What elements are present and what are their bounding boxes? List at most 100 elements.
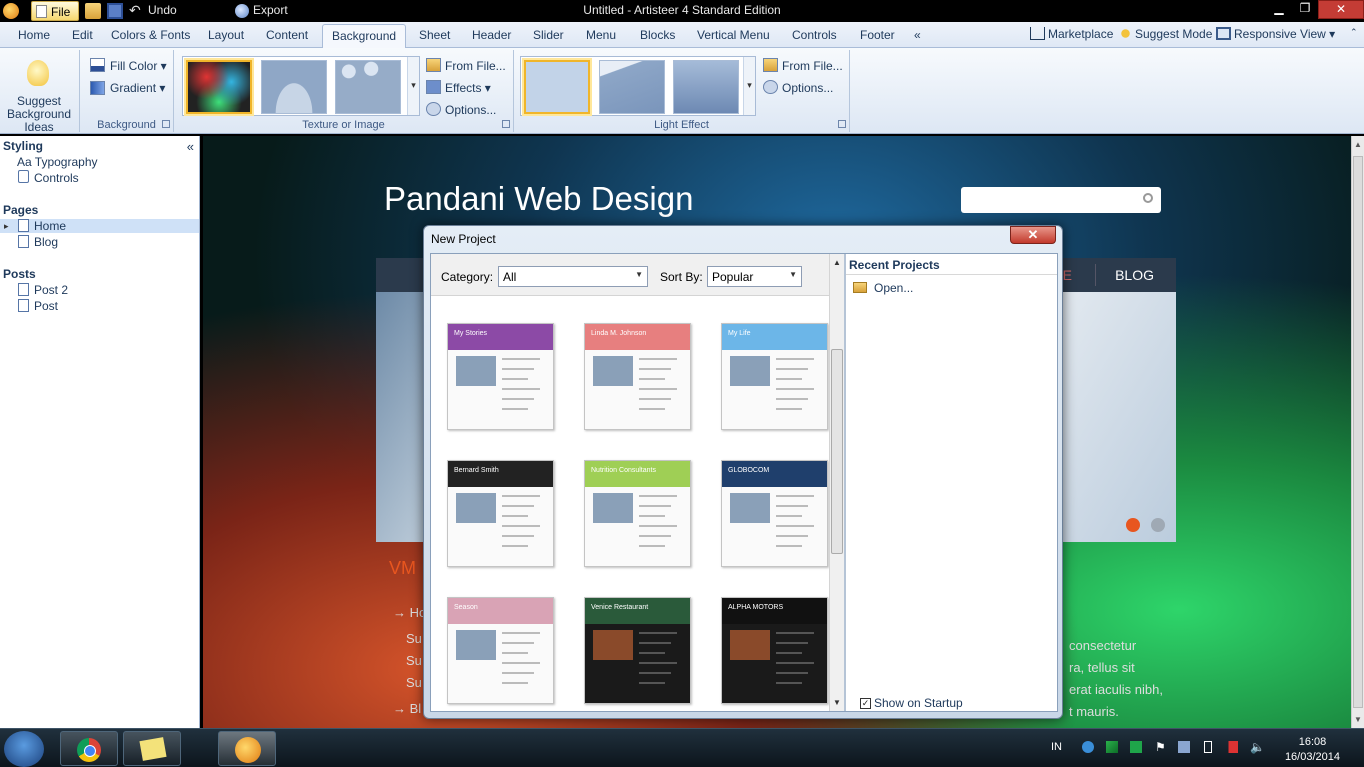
site-link-3[interactable]: Su (406, 653, 422, 668)
help-expand-icon[interactable]: ⌃ (1350, 27, 1358, 38)
post-item-post-2[interactable]: Post 2 (34, 283, 68, 297)
suggest-mode-button[interactable]: Suggest Mode (1135, 27, 1212, 41)
texture-option-3[interactable] (335, 60, 401, 114)
tab-collapse[interactable]: « (914, 28, 921, 42)
light-effect-gallery-more[interactable]: ▾ (743, 57, 755, 115)
site-link-4[interactable]: Su (406, 675, 422, 690)
tab-blocks[interactable]: Blocks (640, 28, 675, 42)
light-effect-option-1[interactable] (524, 60, 590, 114)
tab-layout[interactable]: Layout (208, 28, 244, 42)
scroll-thumb[interactable] (831, 349, 843, 554)
scroll-down-arrow-icon[interactable]: ▼ (833, 698, 841, 707)
sort-by-select[interactable]: Popular ▼ (707, 266, 802, 287)
page-item-home[interactable]: Home (0, 219, 199, 233)
tab-header[interactable]: Header (472, 28, 511, 42)
tray-device-icon[interactable] (1178, 741, 1190, 753)
dialog-close-button[interactable]: ✕ (1010, 226, 1056, 244)
template-thumbnail[interactable]: Linda M. Johnson (584, 323, 691, 430)
tab-colors-fonts[interactable]: Colors & Fonts (111, 28, 190, 42)
template-thumbnail[interactable]: GLOBOCOM (721, 460, 828, 567)
network-globe-icon[interactable] (1082, 741, 1094, 753)
texture-dialog-launcher[interactable] (502, 120, 510, 128)
battery-icon[interactable] (1204, 741, 1212, 753)
light-effect-option-3[interactable] (673, 60, 739, 114)
template-thumbnail[interactable]: My Life (721, 323, 828, 430)
texture-gallery-more[interactable]: ▾ (407, 57, 419, 115)
marketplace-button[interactable]: Marketplace (1048, 27, 1113, 41)
light-effect-dialog-launcher[interactable] (838, 120, 846, 128)
gradient-button[interactable]: Gradient ▾ (110, 81, 165, 95)
template-thumbnail[interactable]: Nutrition Consultants (584, 460, 691, 567)
scroll-up-arrow-icon[interactable]: ▲ (833, 258, 841, 267)
collapse-panel-button[interactable]: « (187, 139, 194, 154)
texture-option-2[interactable] (261, 60, 327, 114)
tray-check-icon[interactable] (1130, 741, 1142, 753)
site-text-line-4: t mauris. (1069, 704, 1119, 719)
action-center-flag-icon[interactable]: ⚑ (1155, 741, 1167, 753)
site-link-2[interactable]: Su (406, 631, 422, 646)
canvas-vertical-scrollbar[interactable]: ▲ ▼ (1351, 136, 1364, 728)
template-thumbnail[interactable]: Venice Restaurant (584, 597, 691, 704)
light-from-file-button[interactable]: From File... (782, 59, 843, 73)
tab-vertical-menu[interactable]: Vertical Menu (697, 28, 770, 42)
maximize-button[interactable]: ❐ (1292, 0, 1318, 19)
scroll-down-arrow-icon[interactable]: ▼ (1354, 715, 1362, 724)
taskbar-artisteer[interactable] (218, 731, 276, 766)
tab-background[interactable]: Background (322, 24, 407, 49)
typography-item[interactable]: Aa Typography (17, 155, 98, 169)
light-effect-option-2[interactable] (599, 60, 665, 114)
tab-footer[interactable]: Footer (860, 28, 895, 42)
windows-start-button[interactable] (4, 731, 44, 767)
page-item-blog[interactable]: Blog (34, 235, 58, 249)
tab-edit[interactable]: Edit (72, 28, 93, 42)
tab-menu[interactable]: Menu (586, 28, 616, 42)
slider-dot[interactable] (1151, 518, 1165, 532)
site-title[interactable]: Pandani Web Design (384, 180, 693, 218)
signal-strength-icon[interactable] (1226, 741, 1238, 753)
texture-options-button[interactable]: Options... (445, 103, 496, 117)
post-item-post[interactable]: Post (34, 299, 58, 313)
show-on-startup-label[interactable]: Show on Startup (874, 696, 963, 710)
tray-green-icon[interactable] (1106, 741, 1118, 753)
template-thumbnail[interactable]: Season (447, 597, 554, 704)
minimize-button[interactable]: ▁ (1266, 0, 1292, 19)
close-window-button[interactable]: ✕ (1318, 0, 1364, 19)
template-thumbnail[interactable]: Bernard Smith (447, 460, 554, 567)
fill-color-button[interactable]: Fill Color ▾ (110, 59, 167, 73)
expand-arrow-icon[interactable]: ▸ (4, 221, 9, 232)
template-text-line (502, 662, 540, 664)
scroll-thumb[interactable] (1353, 156, 1363, 708)
texture-option-1[interactable] (186, 60, 252, 114)
volume-icon[interactable]: 🔈 (1250, 741, 1265, 753)
language-indicator[interactable]: IN (1051, 741, 1062, 753)
effects-button[interactable]: Effects ▾ (445, 81, 491, 95)
template-grid-scrollbar[interactable]: ▲ ▼ (829, 254, 844, 711)
template-thumbnail[interactable]: My Stories (447, 323, 554, 430)
controls-item[interactable]: Controls (34, 171, 79, 185)
tab-slider[interactable]: Slider (533, 28, 564, 42)
site-link-1[interactable]: → Ho (393, 605, 426, 620)
site-link-5[interactable]: → Bl (393, 701, 421, 716)
scroll-up-arrow-icon[interactable]: ▲ (1354, 140, 1362, 149)
tab-home[interactable]: Home (18, 28, 50, 42)
template-thumbnail[interactable]: ALPHA MOTORS (721, 597, 828, 704)
slider-dot-active[interactable] (1126, 518, 1140, 532)
show-on-startup-checkbox[interactable]: ✓ (860, 698, 871, 709)
light-options-button[interactable]: Options... (782, 81, 833, 95)
site-search-input[interactable] (961, 187, 1161, 213)
tab-content[interactable]: Content (266, 28, 308, 42)
tab-sheet[interactable]: Sheet (419, 28, 450, 42)
texture-from-file-button[interactable]: From File... (445, 59, 506, 73)
responsive-view-button[interactable]: Responsive View ▾ (1234, 27, 1335, 41)
background-dialog-launcher[interactable] (162, 120, 170, 128)
nav-item-partial[interactable]: E (1063, 267, 1072, 283)
taskbar-notes[interactable] (123, 731, 181, 766)
taskbar-chrome[interactable] (60, 731, 118, 766)
nav-item-blog[interactable]: BLOG (1115, 267, 1154, 283)
open-project-link[interactable]: Open... (874, 281, 913, 295)
category-select[interactable]: All ▼ (498, 266, 648, 287)
system-clock[interactable]: 16:08 16/03/2014 (1285, 735, 1340, 765)
tab-controls[interactable]: Controls (792, 28, 837, 42)
template-text-line (639, 662, 677, 664)
suggest-background-ideas-button[interactable]: Suggest Background Ideas (4, 95, 74, 134)
